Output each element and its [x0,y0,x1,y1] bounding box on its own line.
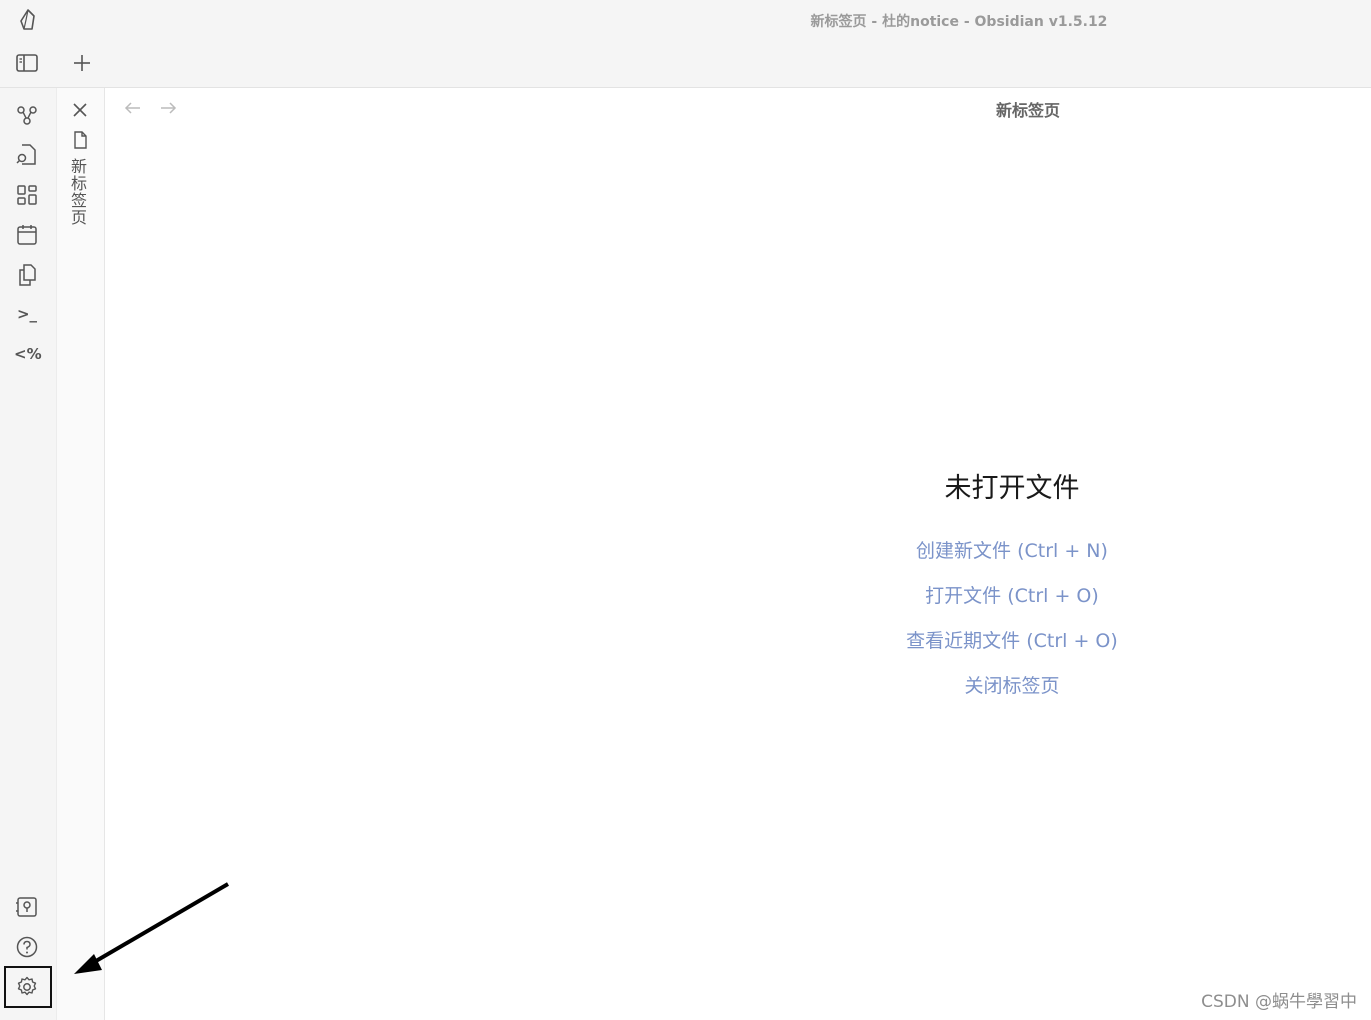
vault-switch-icon[interactable] [14,894,40,920]
help-icon[interactable] [14,934,40,960]
open-file-link[interactable]: 打开文件 (Ctrl + O) [805,584,1219,608]
title-bar: 新标签页 - 杜的notice - Obsidian v1.5.12 [0,0,1371,40]
file-search-icon[interactable] [14,142,40,168]
close-tab-link[interactable]: 关闭标签页 [805,674,1219,698]
templater-icon[interactable]: <% [14,342,42,368]
annotation-arrow-icon [74,882,230,974]
sidebar-left-icon[interactable] [15,51,39,75]
copy-files-icon[interactable] [14,262,40,288]
graph-view-icon[interactable] [14,102,40,128]
plus-icon[interactable] [70,51,94,75]
calendar-icon[interactable] [14,222,40,248]
settings-highlight-box [4,966,52,1008]
tab-bar [0,40,1371,88]
view-header-title: 新标签页 [995,101,1060,120]
main-view: 新标签页 未打开文件 创建新文件 (Ctrl + N) 打开文件 (Ctrl +… [105,88,1371,1020]
empty-state: 未打开文件 创建新文件 (Ctrl + N) 打开文件 (Ctrl + O) 查… [805,466,1219,719]
terminal-icon[interactable]: >_ [14,302,40,328]
terminal-label: >_ [16,305,38,323]
left-ribbon: >_ <% [0,88,57,1020]
file-icon [74,131,87,149]
empty-state-title: 未打开文件 [944,473,1080,504]
watermark: CSDN @蜗牛學習中 [1201,992,1357,1012]
canvas-grid-icon[interactable] [14,182,40,208]
templater-label: <% [14,345,42,363]
recent-files-link[interactable]: 查看近期文件 (Ctrl + O) [805,629,1219,653]
create-new-file-link[interactable]: 创建新文件 (Ctrl + N) [805,539,1219,563]
window-title: 新标签页 - 杜的notice - Obsidian v1.5.12 [810,14,1108,30]
tab-new-tab[interactable]: 新标签页 [68,158,89,226]
close-icon[interactable] [70,100,90,120]
